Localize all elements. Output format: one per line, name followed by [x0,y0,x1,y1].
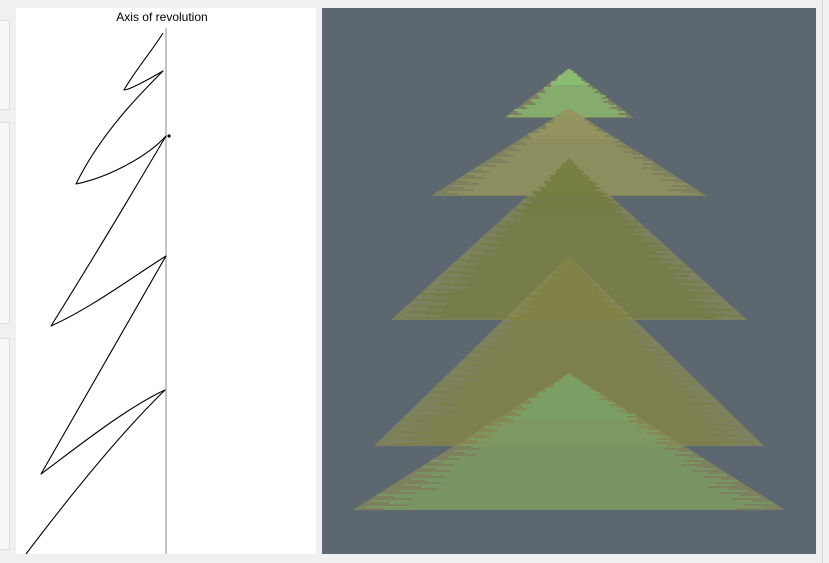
window-right-edge [822,0,829,563]
revolved-surface-render[interactable] [322,8,816,554]
collapsed-panel-bottom[interactable] [0,338,10,550]
app-window: Axis of revolution [0,0,829,563]
3d-render-viewport[interactable] [322,8,816,554]
left-control-strip [0,0,14,563]
curve-control-point[interactable] [167,134,171,138]
profile-curve[interactable] [25,32,167,554]
profile-sketch-drawing[interactable] [16,8,316,554]
collapsed-panel-top[interactable] [0,20,10,110]
collapsed-panel-middle[interactable] [0,122,10,324]
profile-sketch-canvas[interactable]: Axis of revolution [16,8,316,554]
